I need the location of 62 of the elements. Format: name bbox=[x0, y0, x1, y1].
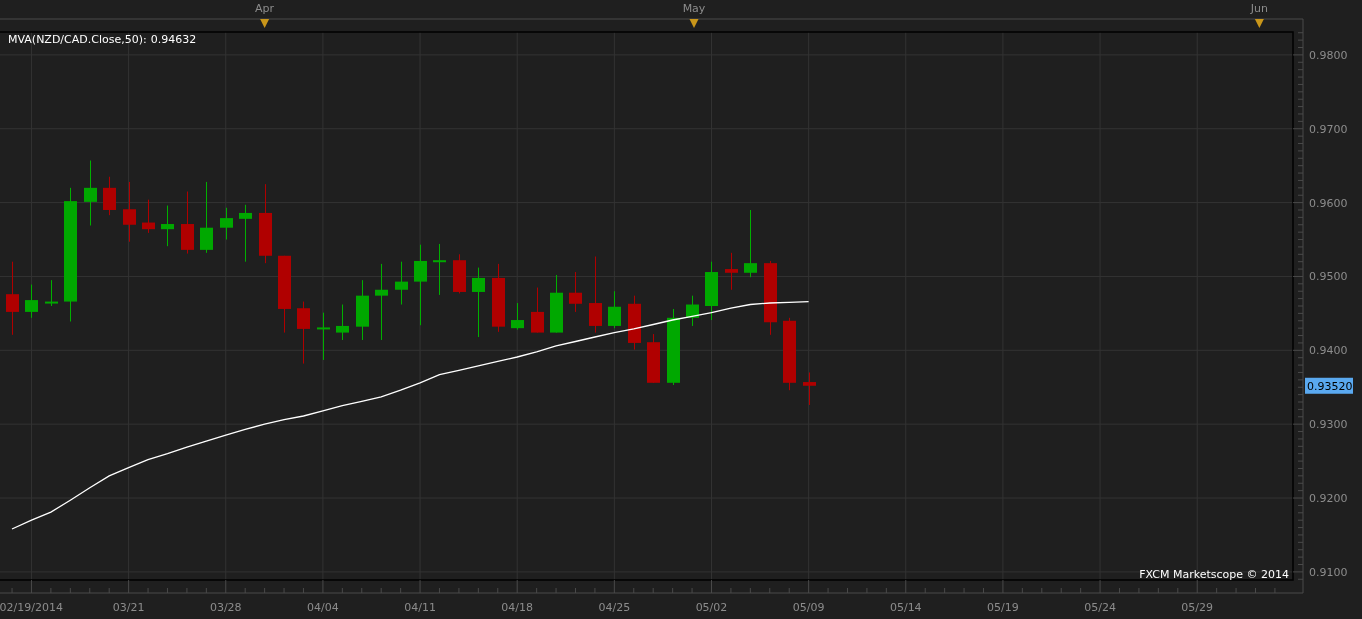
axis-label: 0.9800 bbox=[1309, 48, 1348, 62]
triangle-marker-icon bbox=[260, 19, 270, 28]
price-label: 0.93520 bbox=[1305, 377, 1353, 394]
candlestick bbox=[453, 253, 466, 294]
month-label: Jun bbox=[1250, 2, 1268, 15]
candlestick bbox=[161, 205, 174, 247]
candlestick bbox=[472, 267, 485, 338]
candlestick bbox=[608, 290, 621, 329]
candlestick bbox=[395, 261, 408, 305]
candlestick bbox=[220, 207, 233, 241]
triangle-marker-icon bbox=[689, 19, 699, 28]
axis-label: 0.9600 bbox=[1309, 196, 1348, 210]
candlestick bbox=[142, 199, 155, 234]
candlestick bbox=[181, 191, 194, 255]
axis-label: 05/24 bbox=[1084, 601, 1116, 614]
axis-label: 05/02 bbox=[695, 601, 728, 614]
candlestick bbox=[433, 243, 446, 296]
candlestick bbox=[239, 204, 252, 263]
candlestick bbox=[531, 287, 544, 334]
axis-label: 04/04 bbox=[307, 601, 339, 614]
candlestick bbox=[550, 274, 563, 334]
candlestick bbox=[103, 176, 116, 216]
candlestick bbox=[336, 304, 349, 341]
axis-label: 04/25 bbox=[598, 601, 631, 614]
candlestick bbox=[123, 181, 136, 243]
candlestick bbox=[84, 160, 97, 226]
candlestick bbox=[803, 371, 816, 406]
axis-label: 0.9300 bbox=[1309, 418, 1348, 432]
axis-label: 05/19 bbox=[987, 601, 1019, 614]
axis-label: 04/11 bbox=[404, 601, 436, 614]
axis-label: 04/18 bbox=[501, 601, 534, 614]
axis-label: 0.9700 bbox=[1309, 122, 1348, 136]
candlestick bbox=[725, 252, 738, 291]
month-label: May bbox=[682, 2, 706, 15]
axis-label: 05/14 bbox=[889, 601, 922, 614]
candlestick bbox=[647, 333, 660, 384]
axis-label: 0.9100 bbox=[1309, 565, 1348, 579]
axis-label: 02/19/2014 bbox=[0, 601, 63, 614]
month-label: Apr bbox=[255, 2, 275, 15]
candlestick bbox=[317, 312, 330, 361]
candlestick bbox=[297, 301, 310, 365]
candlestick bbox=[744, 209, 757, 278]
candlestick bbox=[569, 271, 582, 313]
candlestick bbox=[686, 295, 699, 327]
candlestick bbox=[628, 295, 641, 351]
indicator-value: 0.94632 bbox=[150, 33, 197, 46]
credit-text: FXCM Marketscope © 2014 bbox=[1139, 568, 1289, 581]
candlestick bbox=[25, 284, 38, 319]
axis-label: 0.9200 bbox=[1309, 492, 1348, 505]
axis-label: 0.9400 bbox=[1309, 344, 1348, 358]
triangle-marker-icon bbox=[1254, 19, 1264, 28]
candlestick bbox=[511, 302, 524, 331]
axis-label: 03/28 bbox=[209, 601, 242, 614]
candlestick bbox=[45, 279, 58, 307]
candlestick bbox=[705, 261, 718, 321]
axis-label: 05/09 bbox=[792, 601, 825, 614]
axis-label: 03/21 bbox=[112, 601, 145, 614]
axis-label: 05/29 bbox=[1181, 601, 1214, 614]
legend-label: MVA(NZD/CAD.Close,50): bbox=[8, 33, 147, 46]
candlestick bbox=[356, 279, 369, 341]
axis-label: 0.9500 bbox=[1309, 270, 1348, 284]
candlestick bbox=[492, 263, 505, 333]
